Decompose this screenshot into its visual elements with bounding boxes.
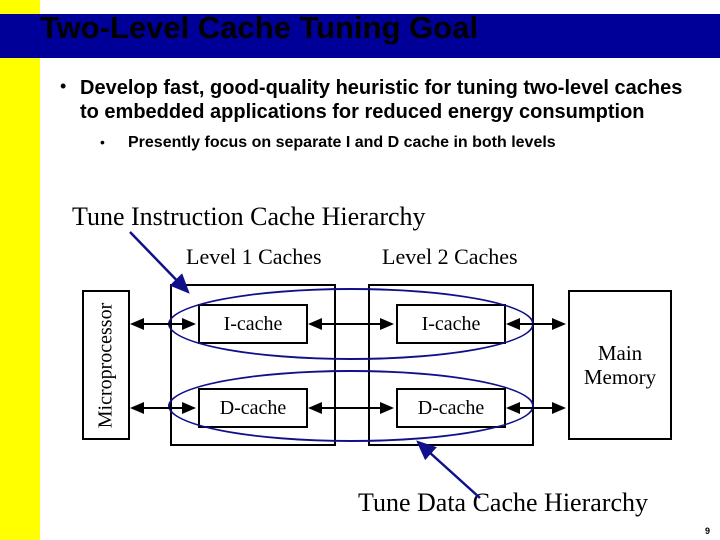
l2-icache-box: I-cache — [396, 304, 506, 344]
annotation-data: Tune Data Cache Hierarchy — [358, 488, 648, 518]
label-l1: Level 1 Caches — [186, 244, 322, 270]
microprocessor-box: Microprocessor — [82, 290, 130, 440]
bullet-main: Develop fast, good-quality heuristic for… — [80, 76, 700, 124]
slide-title: Two-Level Cache Tuning Goal — [40, 10, 478, 46]
l1-icache-box: I-cache — [198, 304, 308, 344]
label-l2: Level 2 Caches — [382, 244, 518, 270]
main-memory-box: Main Memory — [568, 290, 672, 440]
main-memory-label: Main Memory — [584, 341, 656, 389]
microprocessor-label: Microprocessor — [95, 302, 118, 428]
page-number: 9 — [705, 526, 710, 536]
annotation-instruction: Tune Instruction Cache Hierarchy — [72, 202, 426, 232]
body-text: • Develop fast, good-quality heuristic f… — [60, 70, 700, 152]
yellow-sidebar — [0, 0, 40, 540]
bullet-sub: Presently focus on separate I and D cach… — [128, 134, 556, 152]
bullet-dot: • — [100, 134, 128, 150]
l1-dcache-box: D-cache — [198, 388, 308, 428]
bullet-dot: • — [60, 76, 80, 97]
l2-dcache-box: D-cache — [396, 388, 506, 428]
